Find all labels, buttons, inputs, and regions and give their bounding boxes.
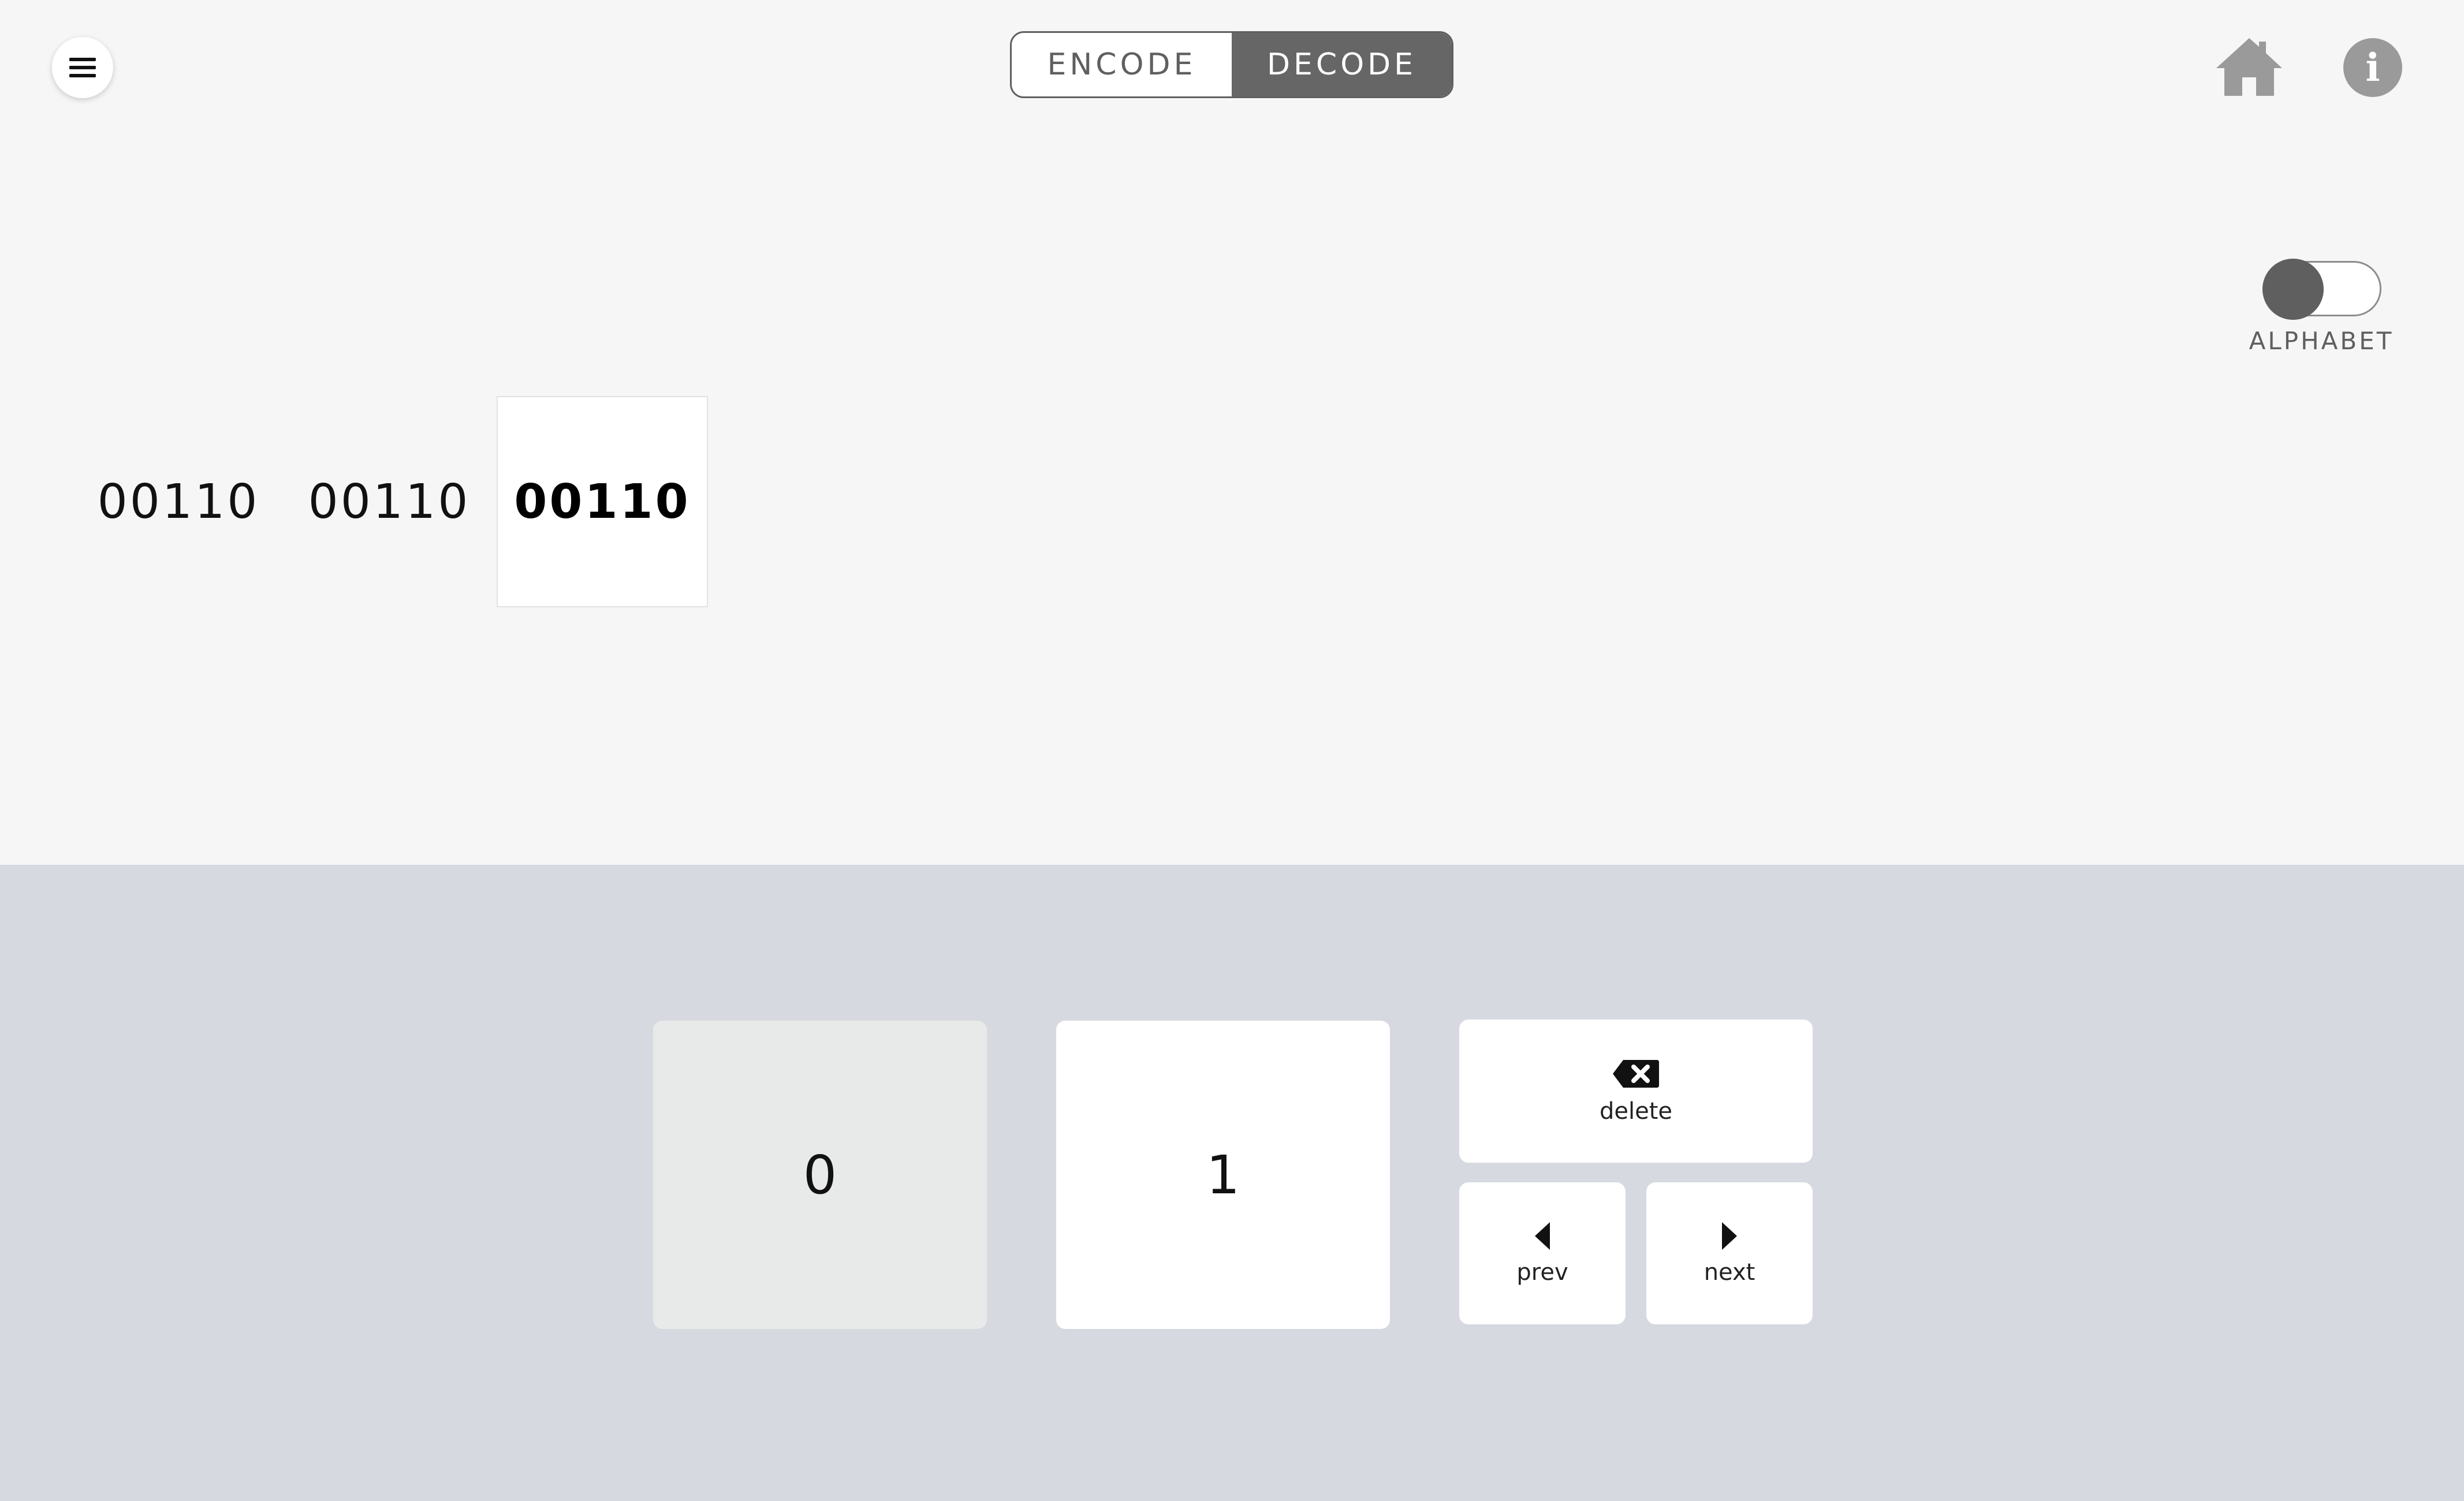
delete-button[interactable]: delete	[1459, 1020, 1813, 1163]
alphabet-toggle-label: ALPHABET	[2249, 327, 2394, 355]
code-cell[interactable]: 00110	[73, 396, 284, 607]
code-cell[interactable]: 00110	[284, 396, 495, 607]
key-zero[interactable]: 0	[653, 1021, 987, 1329]
prev-button[interactable]: prev	[1459, 1182, 1626, 1324]
prev-label: prev	[1516, 1259, 1568, 1286]
alphabet-toggle[interactable]	[2262, 259, 2381, 320]
tab-decode[interactable]: DECODE	[1232, 33, 1452, 96]
next-arrow-icon	[1722, 1222, 1737, 1250]
prev-arrow-icon	[1535, 1222, 1550, 1250]
mode-switch: ENCODE DECODE	[1010, 31, 1453, 98]
delete-label: delete	[1599, 1098, 1672, 1125]
menu-button[interactable]	[52, 37, 113, 98]
next-label: next	[1703, 1259, 1755, 1286]
key-one[interactable]: 1	[1056, 1021, 1390, 1329]
toggle-knob	[2262, 259, 2324, 320]
delete-icon	[1613, 1060, 1659, 1088]
home-icon[interactable]	[2215, 37, 2283, 97]
next-button[interactable]: next	[1646, 1182, 1813, 1324]
menu-icon	[69, 58, 96, 77]
tab-encode[interactable]: ENCODE	[1012, 33, 1232, 96]
info-icon[interactable]: i	[2343, 38, 2402, 97]
code-cell-selected[interactable]: 00110	[497, 396, 708, 607]
